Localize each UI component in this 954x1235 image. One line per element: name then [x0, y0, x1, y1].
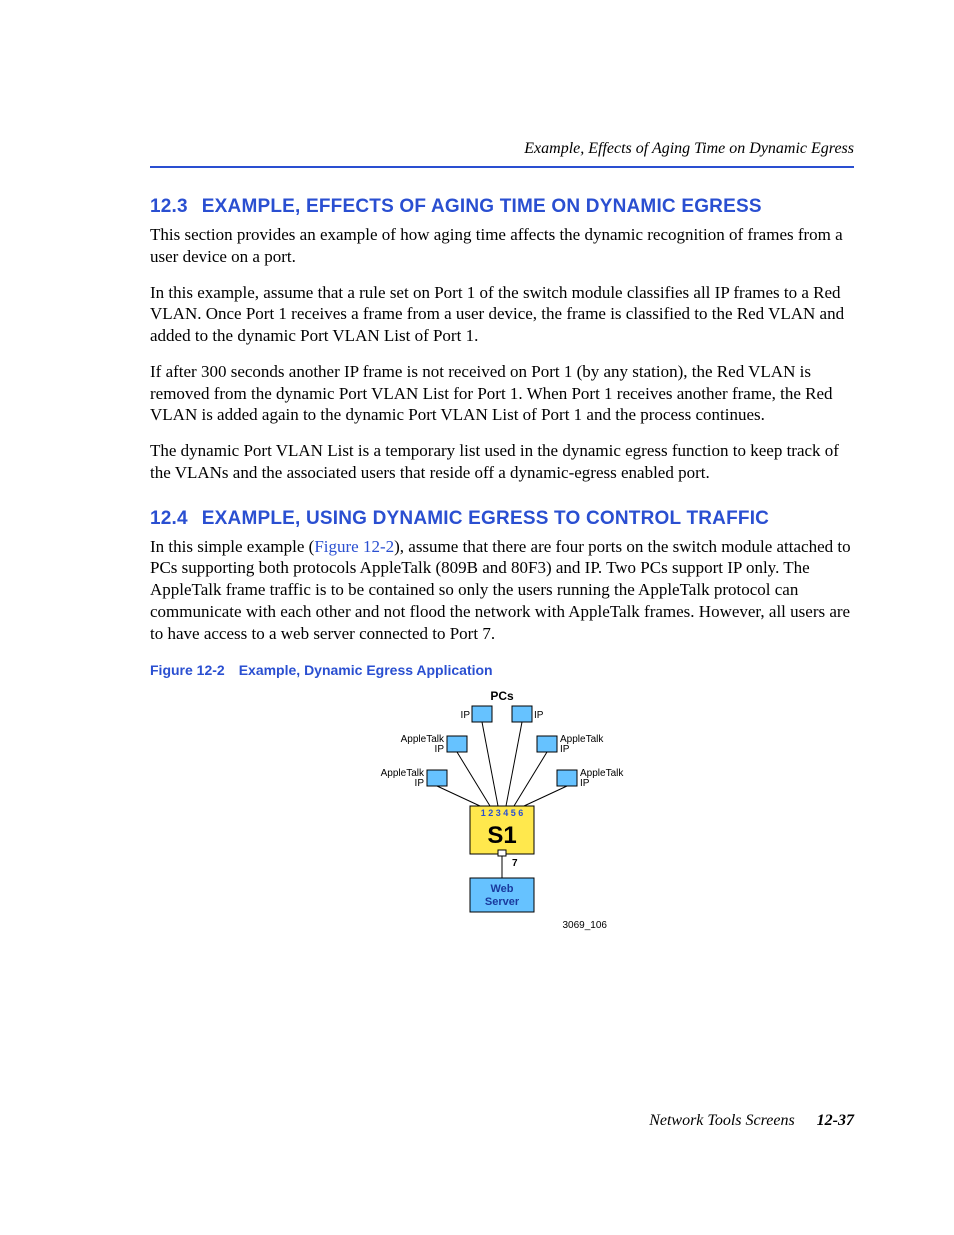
paragraph: In this simple example (Figure 12-2), as… [150, 536, 854, 645]
page-footer: Network Tools Screens 12-37 [649, 1112, 854, 1130]
web-label: Web [490, 883, 513, 895]
running-header: Example, Effects of Aging Time on Dynami… [150, 140, 854, 158]
pc-icon [512, 706, 532, 722]
port7-stub [498, 850, 506, 856]
ip-label: IP [580, 778, 590, 789]
port-numbers: 1 2 3 4 5 6 [481, 808, 524, 818]
section-12-3-heading: 12.3 EXAMPLE, EFFECTS OF AGING TIME ON DY… [150, 196, 854, 218]
section-number: 12.4 [150, 508, 188, 529]
paragraph: The dynamic Port VLAN List is a temporar… [150, 440, 854, 484]
paragraph: This section provides an example of how … [150, 224, 854, 268]
connector-line [506, 722, 522, 806]
ip-label: IP [534, 710, 544, 721]
figure-link[interactable]: Figure 12-2 [314, 537, 394, 556]
pcs-label: PCs [490, 689, 514, 703]
footer-text: Network Tools Screens [649, 1112, 794, 1129]
pc-icon [447, 736, 467, 752]
ip-label: IP [461, 710, 471, 721]
connector-line [524, 786, 567, 806]
drawing-id: 3069_106 [563, 920, 608, 931]
ip-label: IP [415, 778, 425, 789]
figure-title: Example, Dynamic Egress Application [239, 662, 493, 678]
pc-icon [472, 706, 492, 722]
header-rule [150, 166, 854, 168]
section-title: EXAMPLE, USING DYNAMIC EGRESS TO CONTROL… [202, 508, 769, 529]
page-number: 12-37 [817, 1112, 854, 1129]
ip-label: IP [560, 744, 570, 755]
section-number: 12.3 [150, 196, 188, 217]
connector-line [437, 786, 480, 806]
port7-label: 7 [512, 858, 518, 869]
pc-icon [427, 770, 447, 786]
paragraph: In this example, assume that a rule set … [150, 282, 854, 347]
figure-number: Figure 12-2 [150, 662, 225, 678]
pc-icon [557, 770, 577, 786]
section-12-4-heading: 12.4 EXAMPLE, USING DYNAMIC EGRESS TO CON… [150, 508, 854, 530]
paragraph: If after 300 seconds another IP frame is… [150, 361, 854, 426]
ip-label: IP [435, 744, 445, 755]
section-title: EXAMPLE, EFFECTS OF AGING TIME ON DYNAMI… [202, 196, 762, 217]
connector-line [482, 722, 498, 806]
dynamic-egress-diagram: PCs IP IP AppleTalk IP AppleTalk IP Appl… [352, 688, 652, 948]
pc-icon [537, 736, 557, 752]
switch-label: S1 [487, 822, 516, 849]
server-label: Server [485, 896, 520, 908]
paragraph-text: In this simple example ( [150, 537, 314, 556]
figure-caption: Figure 12-2 Example, Dynamic Egress Appli… [150, 662, 854, 678]
figure-diagram: PCs IP IP AppleTalk IP AppleTalk IP Appl… [150, 688, 854, 948]
